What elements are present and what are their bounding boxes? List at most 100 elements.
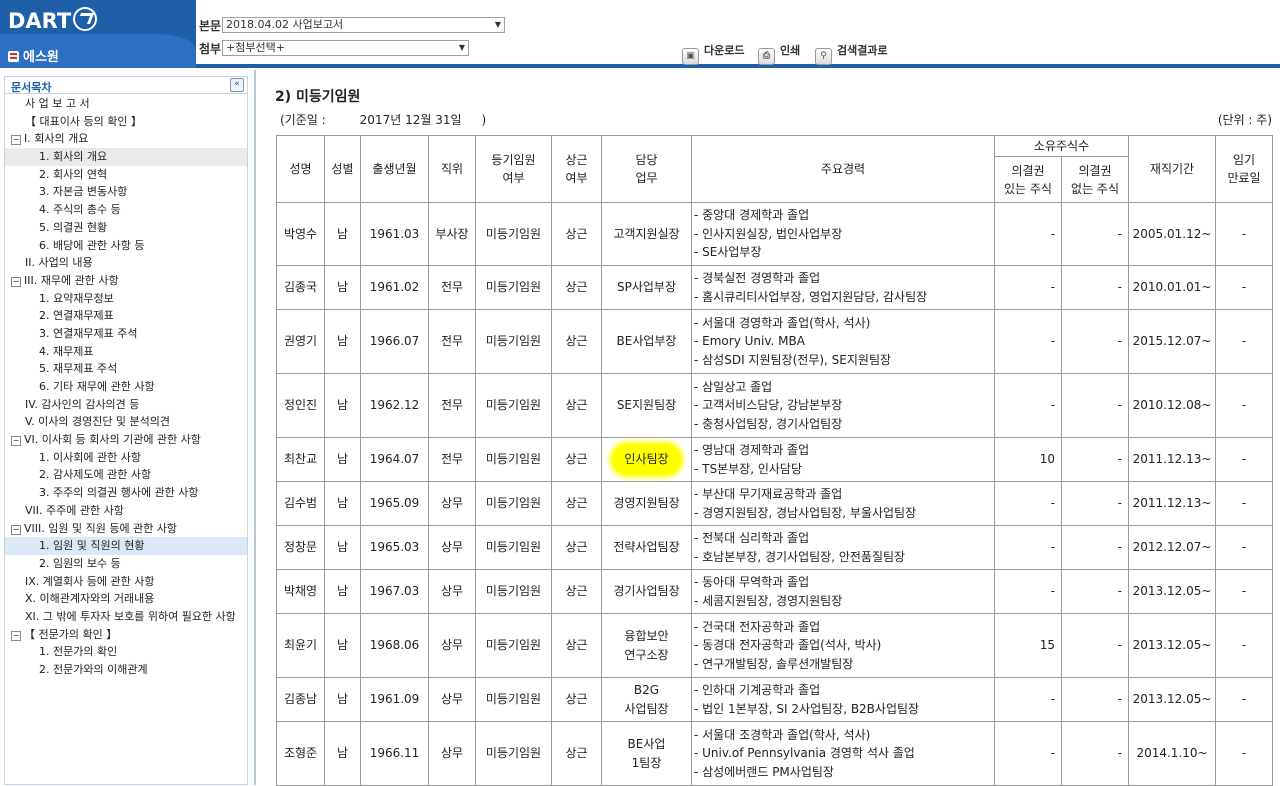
toc-item[interactable]: 3. 자본금 변동사항 xyxy=(5,183,247,201)
cell-fulltime: 상근 xyxy=(551,265,602,310)
toc-item[interactable]: 1. 회사의 개요 xyxy=(5,148,247,166)
cell-voting-shares: - xyxy=(994,721,1062,786)
cell-position: 전무 xyxy=(428,437,476,482)
collapse-sidebar-button[interactable]: « xyxy=(230,78,244,92)
cell-tenure: 2012.12.07~ xyxy=(1128,525,1217,570)
cell-fulltime: 상근 xyxy=(551,525,602,570)
cell-registered: 미등기임원 xyxy=(475,309,552,374)
cell-position: 전무 xyxy=(428,309,476,374)
cell-duty: SE지원팀장 xyxy=(601,373,692,438)
toc-item[interactable]: − 【 전문가의 확인 】 xyxy=(5,626,247,644)
download-label: 다운로드 xyxy=(704,44,745,57)
career-line: - 서울대 경영학과 졸업(학사, 석사) xyxy=(694,315,871,330)
document-icon xyxy=(8,51,19,62)
toc-item[interactable]: 1. 요약재무정보 xyxy=(5,290,247,308)
toc-item[interactable]: 2. 전문가와의 이해관계 xyxy=(5,661,247,679)
executives-table: 성명 성별 출생년월 직위 등기임원 여부 상근 여부 담당 업무 주요경력 소유주식… xyxy=(276,135,1274,786)
toc-item[interactable]: 6. 배당에 관한 사항 등 xyxy=(5,237,247,255)
cell-term: - xyxy=(1215,613,1274,678)
cell-birth: 1965.03 xyxy=(360,525,429,570)
header-duty: 담당 업무 xyxy=(601,135,692,203)
table-row: 김수범 남 1965.09 상무 미등기임원 상근 경영지원팀장 - 부산대 무기재료공학과 … xyxy=(276,481,1274,526)
collapse-toggle-icon[interactable]: − xyxy=(11,276,21,287)
career-line: - 건국대 전자공학과 졸업 xyxy=(694,619,821,634)
cell-duty: SP사업부장 xyxy=(601,265,692,310)
toc-item[interactable]: − III. 재무에 관한 사항 xyxy=(5,272,247,290)
career-line: - 호남본부장, 경기사업팀장, 안전품질팀장 xyxy=(694,549,906,564)
career-line: - 경북실전 경영학과 졸업 xyxy=(694,271,821,285)
download-button[interactable]: ▣ 다운로드 xyxy=(682,42,745,65)
toc-item[interactable]: 2. 임원의 보수 등 xyxy=(5,555,247,573)
table-row: 정창문 남 1965.03 상무 미등기임원 상근 전략사업팀장 - 전북대 심리학과 졸업 -… xyxy=(276,525,1274,570)
main-doc-select[interactable]: 2018.04.02 사업보고서 ▼ xyxy=(222,17,505,33)
table-row: 박채영 남 1967.03 상무 미등기임원 상근 경기사업팀장 - 동아대 무역학과 졸업 -… xyxy=(276,569,1274,614)
toc-item[interactable]: XI. 그 밖에 투자자 보호를 위하여 필요한 사항 xyxy=(5,608,247,626)
header-shares: 소유주식수 xyxy=(993,135,1130,157)
cell-duty: 경기사업팀장 xyxy=(601,569,692,614)
career-line: - 세콤지원팀장, 경영지원팀장 xyxy=(694,593,843,608)
toc-item[interactable]: 2. 연결재무제표 xyxy=(5,307,247,325)
toc-item[interactable]: 3. 주주의 의결권 행사에 관한 사항 xyxy=(5,484,247,502)
toc-item[interactable]: − VIII. 임원 및 직원 등에 관한 사항 xyxy=(5,520,247,538)
search-results-button[interactable]: ⚲ 검색결과로 xyxy=(815,42,888,65)
toc-item[interactable]: 【 대표이사 등의 확인 】 xyxy=(5,113,247,131)
toc-item-label: V. 이사의 경영진단 및 분석의견 xyxy=(25,415,171,429)
cell-nonvoting-shares: - xyxy=(1060,202,1130,266)
toc-item[interactable]: − VI. 이사회 등 회사의 기관에 관한 사항 xyxy=(5,431,247,449)
header-birth: 출생년월 xyxy=(360,135,429,203)
toc-item[interactable]: 2. 회사의 연혁 xyxy=(5,166,247,184)
cell-position: 상무 xyxy=(428,481,476,526)
career-line: - 법인 1본부장, SI 2사업팀장, B2B사업팀장 xyxy=(694,701,920,716)
toc-item[interactable]: 4. 주식의 총수 등 xyxy=(5,201,247,219)
cell-career: - 동아대 무역학과 졸업 - 세콤지원팀장, 경영지원팀장 xyxy=(691,569,995,614)
unit-label: (단위 : 주) xyxy=(1217,113,1272,127)
duty-line: 경기사업팀장 xyxy=(613,584,680,599)
toc-item[interactable]: 4. 재무제표 xyxy=(5,343,247,361)
cell-nonvoting-shares: - xyxy=(1060,481,1130,526)
cell-fulltime: 상근 xyxy=(551,309,602,374)
collapse-toggle-icon[interactable]: − xyxy=(11,436,21,447)
toc-item[interactable]: 3. 연결재무제표 주석 xyxy=(5,325,247,343)
toc-item[interactable]: 5. 의결권 현황 xyxy=(5,219,247,237)
cell-name: 조형준 xyxy=(276,721,325,786)
toc-panel: 문서목차 « 사 업 보 고 서 【 대표이사 등의 확인 】 − I. 회사의 개요… xyxy=(4,76,248,785)
cell-tenure: 2010.12.08~ xyxy=(1128,373,1217,438)
toc-item[interactable]: IV. 감사인의 감사의견 등 xyxy=(5,396,247,414)
toc-item-label: 【 대표이사 등의 확인 】 xyxy=(25,114,142,128)
print-button[interactable]: ⎙ 인쇄 xyxy=(758,42,800,65)
collapse-toggle-icon[interactable]: − xyxy=(11,524,21,535)
career-line: - 연구개발팀장, 솔루션개발팀장 xyxy=(694,656,854,671)
career-line: - Emory Univ. MBA xyxy=(694,334,805,349)
toc-item-label: 3. 연결재무제표 주석 xyxy=(39,326,138,340)
toc-item[interactable]: 6. 기타 재무에 관한 사항 xyxy=(5,378,247,396)
dart-logo[interactable]: DART xyxy=(8,7,98,33)
toc-item[interactable]: 1. 이사회에 관한 사항 xyxy=(5,449,247,467)
cell-career: - 삼일상고 졸업 - 고객서비스담당, 강남본부장 - 충청사업팀장, 경기사업팀… xyxy=(691,373,995,438)
toc-item[interactable]: X. 이해관계자와의 거래내용 xyxy=(5,590,247,608)
collapse-toggle-icon[interactable]: − xyxy=(11,135,21,146)
toc-item[interactable]: 1. 전문가의 확인 xyxy=(5,643,247,661)
toc-item[interactable]: 5. 재무제표 주석 xyxy=(5,360,247,378)
toc-item[interactable]: 1. 임원 및 직원의 현황 xyxy=(5,537,247,555)
toc-item-label: 6. 기타 재무에 관한 사항 xyxy=(39,380,155,393)
company-name: 에스원 xyxy=(8,46,59,65)
toc-item[interactable]: 2. 감사제도에 관한 사항 xyxy=(5,466,247,484)
cell-birth: 1964.07 xyxy=(360,437,429,482)
toc-item[interactable]: V. 이사의 경영진단 및 분석의견 xyxy=(5,413,247,431)
attach-select[interactable]: +첨부선택+ ▼ xyxy=(222,40,469,56)
toc-item-label: 3. 주주의 의결권 행사에 관한 사항 xyxy=(39,486,199,500)
cell-position: 상무 xyxy=(428,613,476,678)
toc-item[interactable]: − I. 회사의 개요 xyxy=(5,130,247,148)
cell-birth: 1967.03 xyxy=(360,569,429,614)
top-header: DART 에스원 본문 2018.04.02 사업보고서 ▼ 첨부 +첨부선택+ ▼… xyxy=(0,0,1280,68)
duty-line: B2G xyxy=(633,683,660,697)
header-career: 주요경력 xyxy=(691,135,995,203)
collapse-toggle-icon[interactable]: − xyxy=(11,630,21,641)
cell-career: - 서울대 경영학과 졸업(학사, 석사) - Emory Univ. MBA - … xyxy=(691,309,995,374)
toc-item[interactable]: II. 사업의 내용 xyxy=(5,254,247,272)
cell-name: 박영수 xyxy=(276,202,325,266)
toc-item[interactable]: IX. 계열회사 등에 관한 사항 xyxy=(5,573,247,591)
toc-item[interactable]: 사 업 보 고 서 xyxy=(5,95,247,113)
cell-gender: 남 xyxy=(324,569,361,614)
toc-item[interactable]: VII. 주주에 관한 사항 xyxy=(5,502,247,520)
